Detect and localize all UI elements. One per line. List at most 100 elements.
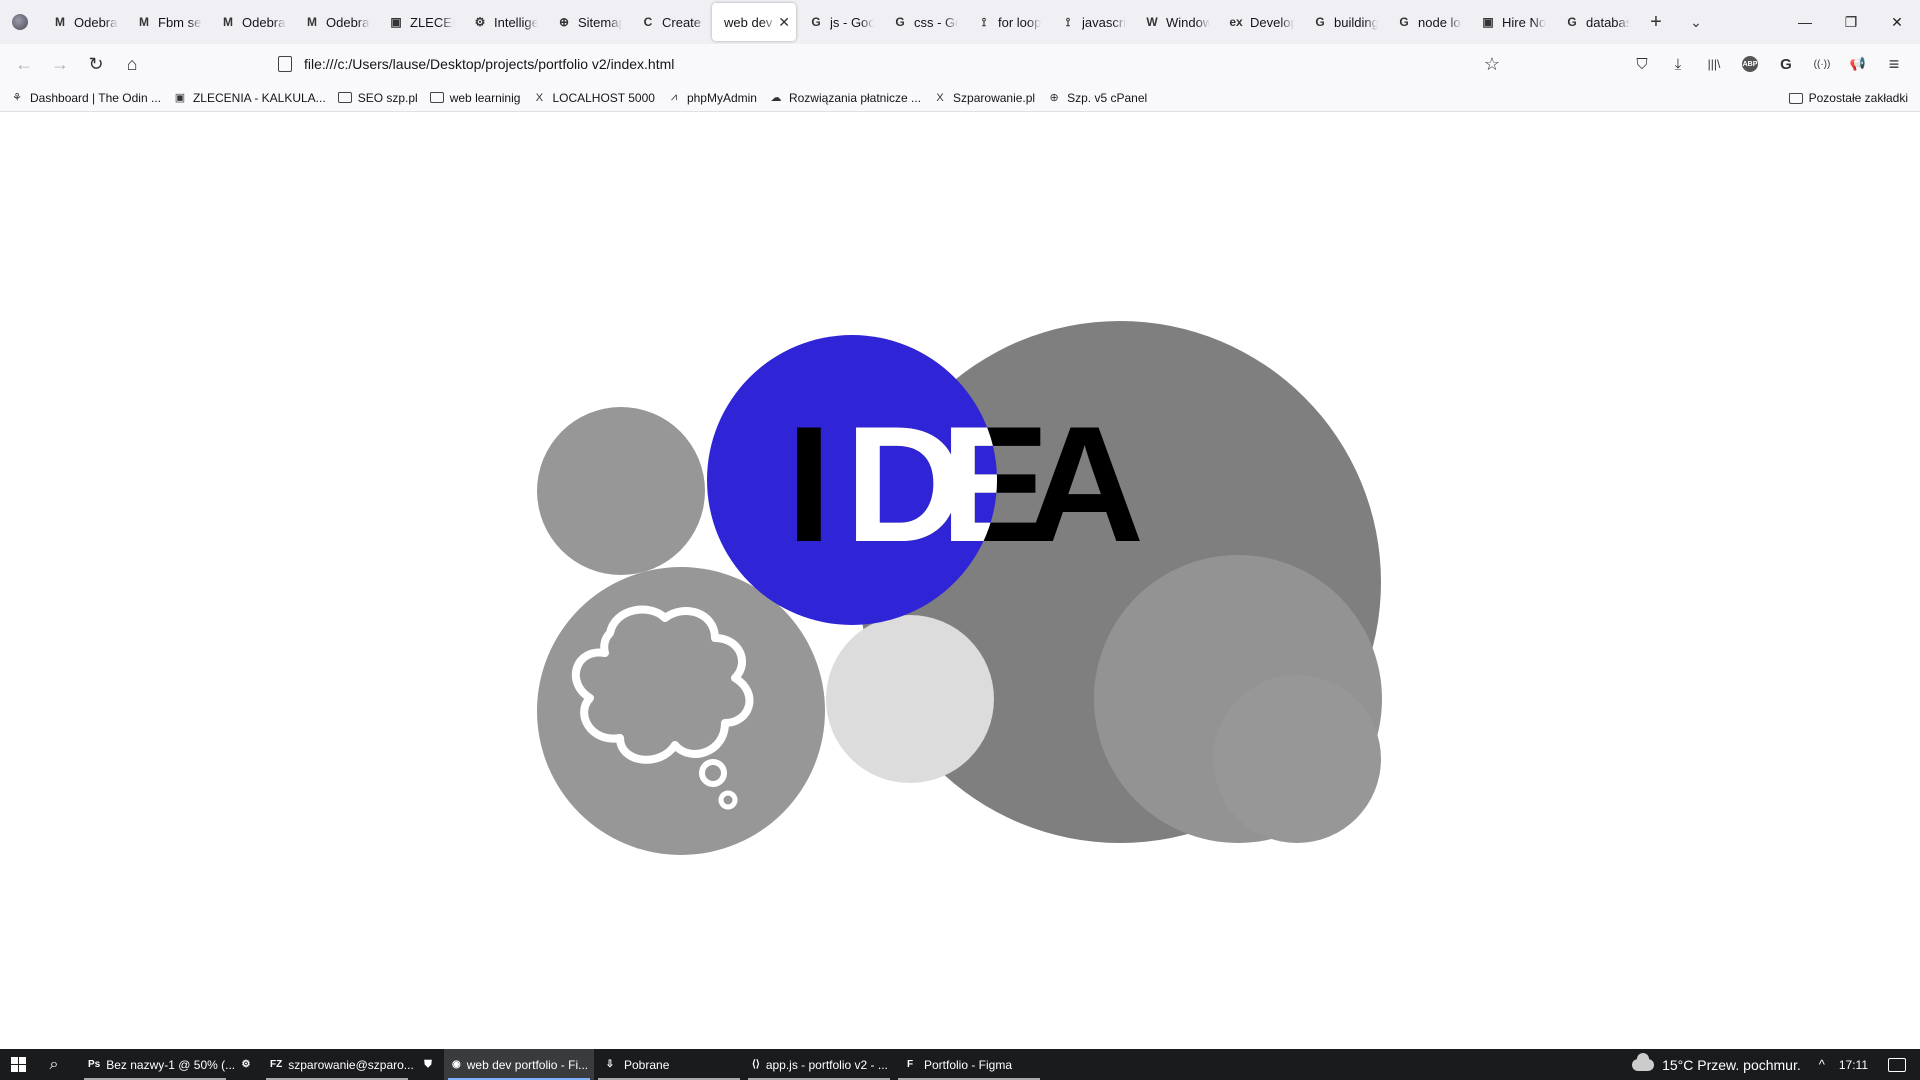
close-window-button[interactable]: ✕ — [1874, 0, 1920, 44]
tab-label: ZLECENIA — [410, 14, 454, 30]
tab[interactable]: ⚙ Intelligence — [460, 3, 544, 41]
tab[interactable]: ▣ ZLECENIA — [376, 3, 460, 41]
bookmark-label: Szparowanie.pl — [953, 90, 1036, 105]
tab[interactable]: W Windows — [1132, 3, 1216, 41]
minimize-button[interactable]: — — [1782, 0, 1828, 44]
idea-headline: I D E A D E — [786, 392, 1144, 576]
tab-label: Create a — [662, 14, 706, 30]
bookmark-item[interactable]: SEO szp.pl — [337, 90, 418, 105]
tab[interactable]: ⊕ Sitemap — [544, 3, 628, 41]
tab[interactable]: ex Developers — [1216, 3, 1300, 41]
taskbar-app[interactable]: ⛊ — [412, 1049, 444, 1080]
taskbar-app-label: app.js - portfolio v2 - ... — [765, 1057, 888, 1072]
tab[interactable]: Gbuilding — [1300, 3, 1384, 41]
list-all-tabs-button[interactable]: ⌄ — [1676, 0, 1716, 44]
bookmark-item[interactable]: web learninig — [429, 91, 520, 105]
tab[interactable]: C Create a — [628, 3, 712, 41]
bookmark-label: SEO szp.pl — [357, 90, 418, 105]
tab-favicon-icon: ⟟ — [1065, 14, 1071, 29]
bookmark-item[interactable]: X Szparowanie.pl — [933, 91, 1035, 105]
tab[interactable]: Gjs - Google — [796, 3, 880, 41]
bookmark-favicon-icon: ⩘ — [670, 91, 678, 103]
tab-label: database — [1586, 14, 1630, 30]
tab-strip: M Odebrane M Fbm sekcja M Odebrane M Odebrane ▣ Z… — [0, 0, 1920, 44]
bookmark-item[interactable]: ☁ Rozwiązania płatnicze ... — [769, 91, 921, 105]
tab[interactable]: Gdatabase — [1552, 3, 1636, 41]
tab[interactable]: ⟟ javascript — [1048, 3, 1132, 41]
tab-favicon-icon: M — [139, 15, 149, 29]
bookmarks-list: ⚘ Dashboard | The Odin ... ▣ ZLECENIA - KAL… — [10, 91, 1159, 105]
tab[interactable]: ⟟ for loop — [964, 3, 1048, 41]
bookmark-favicon-icon: X — [936, 91, 944, 104]
reload-button[interactable]: ↻ — [78, 48, 114, 80]
bookmark-item[interactable]: ⊕ Szp. v5 cPanel — [1047, 91, 1148, 105]
bookmark-item[interactable]: ⚘ Dashboard | The Odin ... — [10, 91, 161, 105]
tab-label: Developers — [1250, 14, 1294, 30]
tab-favicon-icon: C — [643, 15, 653, 29]
bookmark-item[interactable]: ⩘ phpMyAdmin — [667, 91, 757, 105]
firefox-view-button[interactable] — [0, 0, 40, 44]
library-icon[interactable]: |||\ — [1696, 48, 1732, 80]
tab[interactable]: Gcss - Google — [880, 3, 964, 41]
tab-label: web dev portfolio — [724, 14, 778, 30]
windows-logo-icon — [10, 1057, 26, 1072]
taskbar-app[interactable]: ⇩ Pobrane — [594, 1049, 744, 1080]
tab[interactable]: M Odebrane — [208, 3, 292, 41]
bookmark-favicon-icon: ▣ — [174, 92, 186, 104]
url-bar[interactable]: file:///c:/Users/lause/Desktop/projects/… — [268, 48, 1510, 80]
megaphone-icon[interactable]: 📢 — [1840, 48, 1876, 80]
tab-favicon-icon: ⟟ — [981, 14, 987, 29]
tab-favicon-icon: ex — [1229, 15, 1243, 29]
taskbar-app[interactable]: F Portfolio - Figma — [894, 1049, 1044, 1080]
back-button[interactable]: ← — [6, 48, 42, 80]
tab-favicon-icon: ⊕ — [558, 15, 570, 29]
pocket-icon[interactable]: ⛉ — [1624, 48, 1660, 80]
other-bookmarks[interactable]: Pozostałe zakładki — [1788, 84, 1908, 112]
taskbar-app-icon: FZ — [270, 1059, 283, 1070]
notifications-icon[interactable] — [1888, 1057, 1906, 1072]
taskbar-app-icon: F — [906, 1059, 914, 1070]
clock[interactable]: 17:11 — [1839, 1058, 1868, 1072]
taskbar-app[interactable]: ⚙ — [230, 1049, 262, 1080]
app-menu-icon[interactable]: ≡ — [1876, 48, 1912, 80]
weather-text[interactable]: 15°C Przew. pochmur. — [1662, 1057, 1801, 1073]
taskbar-app[interactable]: ⟨⟩ app.js - portfolio v2 - ... — [744, 1049, 894, 1080]
tab-label: Odebrane — [326, 14, 370, 30]
grammarly-icon[interactable]: G — [1768, 48, 1804, 80]
home-button[interactable]: ⌂ — [114, 48, 150, 80]
downloads-icon[interactable]: ⤓ — [1660, 48, 1696, 80]
forward-button[interactable]: → — [42, 48, 78, 80]
tab-label: Odebrane — [74, 14, 118, 30]
tab[interactable]: ▣ Hire Now — [1468, 3, 1552, 41]
taskbar-app-label: szparowanie@szparo... — [288, 1057, 414, 1072]
tab-label: Sitemap — [578, 14, 622, 30]
bookmark-favicon-icon: X — [535, 91, 544, 104]
taskbar-app[interactable]: Ps Bez nazwy-1 @ 50% (... — [80, 1049, 235, 1080]
tab-active[interactable]: web dev portfolio✕ — [712, 3, 796, 41]
bookmarks-toolbar: ⚘ Dashboard | The Odin ... ▣ ZLECENIA - KAL… — [0, 84, 1920, 112]
bookmark-star-icon[interactable]: ☆ — [1484, 54, 1500, 75]
tab-favicon-icon: G — [895, 15, 905, 29]
page-content: I D E A D E — [0, 113, 1920, 1049]
tray-overflow-caret[interactable]: ^ — [1819, 1057, 1825, 1072]
close-tab-icon[interactable]: ✕ — [778, 14, 790, 31]
start-button[interactable] — [0, 1049, 36, 1080]
taskbar-app[interactable]: FZ szparowanie@szparo... — [262, 1049, 414, 1080]
taskbar-items: Ps Bez nazwy-1 @ 50% (... ⚙ FZ szparowanie@s… — [80, 1049, 1044, 1080]
bookmark-item[interactable]: X LOCALHOST 5000 — [532, 91, 655, 105]
url-text[interactable]: file:///c:/Users/lause/Desktop/projects/… — [304, 56, 674, 72]
taskbar-app[interactable]: ◉ web dev portfolio - Fi... — [444, 1049, 594, 1080]
bookmark-item[interactable]: ▣ ZLECENIA - KALKULA... — [173, 91, 326, 105]
tab[interactable]: M Odebrane — [40, 3, 124, 41]
search-icon[interactable]: ⌕ — [36, 1049, 72, 1080]
restore-button[interactable]: ❐ — [1828, 0, 1874, 44]
adblock-button[interactable]: ABP — [1732, 48, 1768, 80]
new-tab-button[interactable]: + — [1636, 0, 1676, 44]
taskbar-app-icon: ◉ — [452, 1059, 461, 1070]
tab[interactable]: Gnode local — [1384, 3, 1468, 41]
extension-icon[interactable]: ((·)) — [1804, 48, 1840, 80]
tab[interactable]: M Odebrane — [292, 3, 376, 41]
tab-label: javascript — [1082, 14, 1126, 30]
taskbar-app-label: Portfolio - Figma — [924, 1057, 1013, 1072]
tab[interactable]: M Fbm sekcja — [124, 3, 208, 41]
